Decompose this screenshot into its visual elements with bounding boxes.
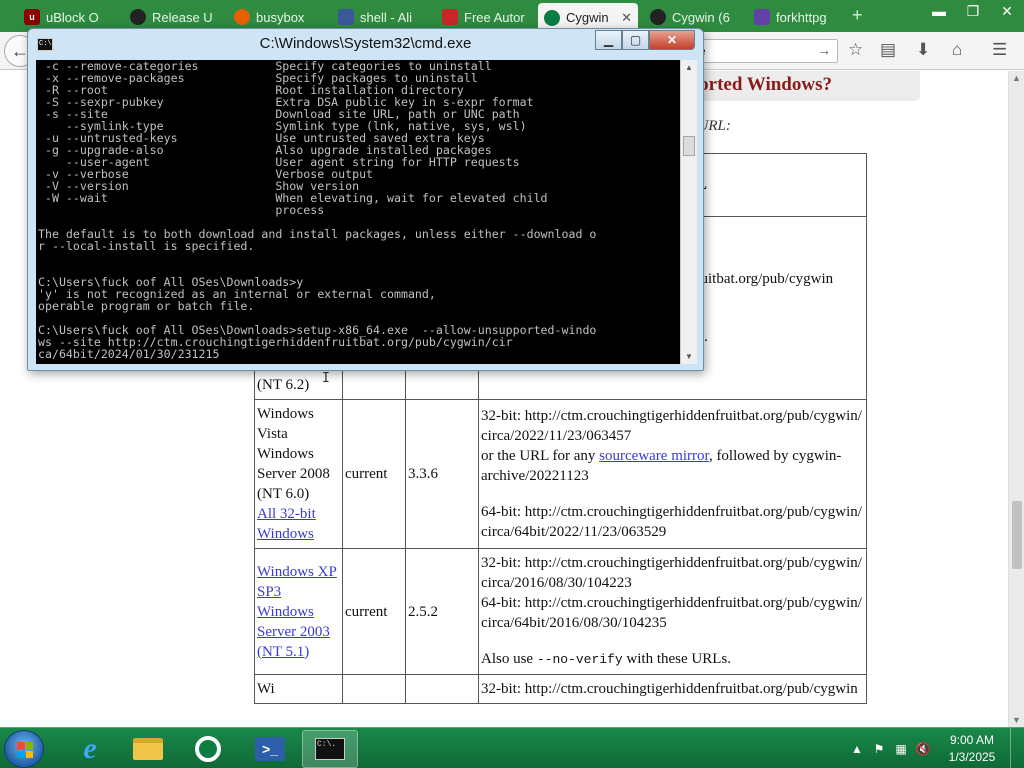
reading-list-icon[interactable]: ▤ [880,40,896,60]
tab-label: busybox [256,9,305,25]
maximize-button[interactable]: ❐ [956,0,990,22]
cmd-window[interactable]: C:\. C:\Windows\System32\cmd.exe ▁ ▢ ✕ -… [27,28,704,371]
url-64bit: 64-bit: http://ctm.crouchingtigerhiddenf… [481,595,862,631]
scrollbar-thumb[interactable] [1012,501,1022,569]
url-32bit: 32-bit: http://ctm.crouchingtigerhiddenf… [481,408,862,444]
tab-label: Free Autor [464,9,525,25]
page-icon [442,9,458,25]
action-center-flag-icon[interactable]: ⚑ [868,740,890,758]
tab-label: Cygwin (6 [672,9,730,25]
show-hidden-icons-button[interactable]: ▲ [846,740,868,758]
show-desktop-button[interactable] [1010,728,1024,768]
taskbar-cmd-button[interactable]: C:\. [302,730,358,768]
windows-xp-link[interactable]: Windows XP SP3 Windows Server 2003 (NT 5… [257,564,337,660]
cygwin-icon [544,9,560,26]
internet-explorer-icon: e [83,732,97,765]
github-icon [130,9,146,25]
cmd-maximize-button[interactable]: ▢ [622,30,649,50]
table-row: Windows Vista Windows Server 2008 (NT 6.… [254,399,867,549]
clock[interactable]: 9:00 AM 1/3/2025 [934,732,1010,766]
cmd-scrollbar-thumb[interactable] [683,136,695,156]
tab-busybox[interactable]: busybox [228,4,328,30]
clock-date: 1/3/2025 [948,749,996,764]
taskbar-cygwin-button[interactable] [180,730,236,768]
close-tab-icon[interactable]: ✕ [621,10,632,26]
powershell-icon: >_ [255,737,285,761]
cmd-scroll-up-icon[interactable]: ▲ [685,63,693,72]
go-arrow-icon[interactable]: → [817,42,831,58]
firefox-icon [234,9,250,25]
twitch-icon [754,9,770,25]
new-tab-button[interactable]: + [852,5,863,26]
cygwin-icon [195,736,221,762]
tab-cygwin-github[interactable]: Cygwin (6 [644,4,744,30]
volume-muted-icon[interactable]: 🔇 [912,740,934,758]
minimize-button[interactable]: ▬ [922,0,956,22]
url-64bit: 64-bit: http://ctm.crouchingtigerhiddenf… [481,504,862,540]
windows-logo-icon [17,742,33,758]
bookmark-star-icon[interactable]: ☆ [848,40,863,60]
tab-label: shell - Ali [360,9,413,25]
cmd-minimize-button[interactable]: ▁ [595,30,622,50]
cmd-output: -c --remove-categories Specify categorie… [38,60,597,361]
clock-time: 9:00 AM [949,732,995,747]
os-name-cell: Windows XP SP3 Windows Server 2003 (NT 5… [254,548,343,675]
sourceware-mirror-link[interactable]: sourceware mirror [599,448,709,464]
doc-icon [338,9,354,25]
version-cell: 3.3.6 [405,399,479,549]
network-icon[interactable]: ▦ [890,740,912,758]
taskbar-powershell-button[interactable]: >_ [242,730,298,768]
cmd-titlebar[interactable]: C:\. C:\Windows\System32\cmd.exe ▁ ▢ ✕ [28,29,703,59]
cmd-window-buttons: ▁ ▢ ✕ [595,30,695,50]
tab-ublock[interactable]: u uBlock O [18,4,118,30]
downloads-icon[interactable]: ⬇ [916,40,930,60]
taskbar-explorer-button[interactable] [120,730,176,768]
tab-label: Release U [152,9,213,25]
cmd-scrollbar[interactable]: ▲ ▼ [680,60,697,364]
taskbar-ie-button[interactable]: e [62,730,118,768]
scroll-down-icon[interactable]: ▼ [1012,715,1021,725]
url-cell: 32-bit: http://ctm.crouchingtigerhiddenf… [478,548,867,675]
folder-icon [133,738,163,760]
table-row: Windows XP SP3 Windows Server 2003 (NT 5… [254,548,867,675]
tab-forkhttpd[interactable]: forkhttpg [748,4,848,30]
url-32bit: 32-bit: http://ctm.crouchingtigerhiddenf… [481,555,862,591]
no-verify-code: --no-verify [536,652,623,667]
tab-label: forkhttpg [776,9,827,25]
status-cell: current [342,399,406,549]
home-icon[interactable]: ⌂ [952,40,962,60]
tab-label: uBlock O [46,9,99,25]
cmd-console[interactable]: -c --remove-categories Specify categorie… [36,60,697,364]
version-cell: 2.5.2 [405,548,479,675]
cmd-close-button[interactable]: ✕ [649,30,695,50]
url-cell: 32-bit: http://ctm.crouchingtigerhiddenf… [478,399,867,549]
cmd-icon: C:\. [315,738,345,760]
close-window-button[interactable]: ✕ [990,0,1024,22]
page-scrollbar[interactable]: ▲ ▼ [1008,71,1024,727]
all-32bit-windows-link[interactable]: All 32-bit Windows [257,506,316,542]
github-icon [650,9,666,25]
window-controls: ▬ ❐ ✕ [922,0,1024,22]
os-name-cell: Windows Vista Windows Server 2008 (NT 6.… [254,399,343,549]
tab-label: Cygwin [566,10,609,25]
system-tray: ▲ ⚑ ▦ 🔇 9:00 AM 1/3/2025 [846,728,1024,768]
windows-taskbar: e >_ C:\. ▲ ⚑ ▦ 🔇 9:00 AM 1/3/2025 [0,727,1024,768]
menu-icon[interactable]: ☰ [992,40,1007,60]
tab-shell[interactable]: shell - Ali [332,4,432,30]
scroll-up-icon[interactable]: ▲ [1012,73,1021,83]
tab-release[interactable]: Release U [124,4,224,30]
start-button[interactable] [4,730,44,768]
status-cell: current [342,548,406,675]
cmd-scroll-down-icon[interactable]: ▼ [685,352,693,361]
tab-free-autorun[interactable]: Free Autor [436,4,536,30]
text-cursor-icon: I [322,371,330,386]
table-row: Wi 32-bit: http://ctm.crouchingtigerhidd… [254,674,867,704]
ublock-icon: u [24,9,40,25]
